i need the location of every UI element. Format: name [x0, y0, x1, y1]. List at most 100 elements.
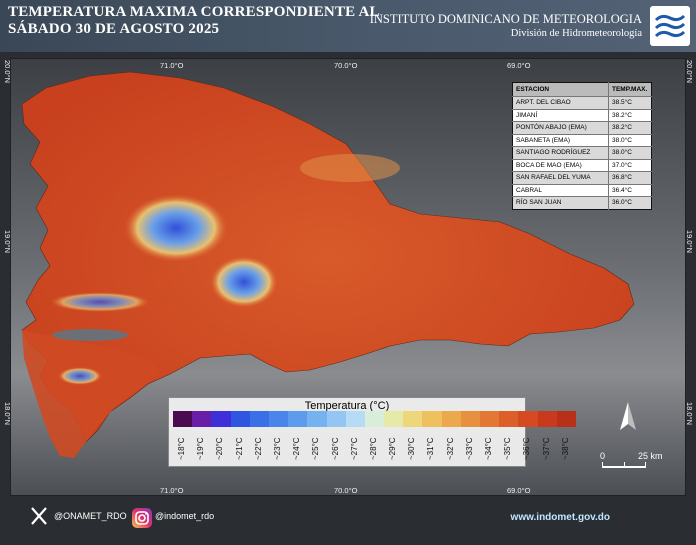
- station-temp: 37.0°C: [608, 158, 652, 172]
- legend-label: ~19°C: [196, 437, 206, 460]
- website-link[interactable]: www.indomet.gov.do: [511, 512, 610, 523]
- x-logo-icon[interactable]: [30, 506, 48, 526]
- legend-label-cell: ~35°C: [499, 429, 518, 465]
- scale-tick: [645, 462, 646, 468]
- table-row: ARPT. DEL CIBAO 38.5°C: [512, 96, 652, 109]
- legend-label-cell: ~30°C: [403, 429, 422, 465]
- table-row: SAN RAFAEL DEL YUMA 36.8°C: [512, 171, 652, 184]
- legend-label: ~18°C: [177, 437, 186, 460]
- station-temp: 36.8°C: [608, 171, 652, 184]
- legend-swatch: [537, 411, 557, 427]
- station-temp: 38.2°C: [608, 121, 652, 134]
- table-row: CABRAL 36.4°C: [512, 183, 652, 197]
- table-row: PONTÓN ABAJO (EMA) 38.2°C: [512, 121, 652, 134]
- header-bar: TEMPERATURA MAXIMA CORRESPONDIENTE AL SÁ…: [0, 0, 696, 52]
- legend-label: ~21°C: [234, 437, 244, 460]
- legend-label: ~36°C: [522, 437, 532, 460]
- stations-table: ESTACION TEMP.MAX. ARPT. DEL CIBAO 38.5°C…: [512, 82, 652, 210]
- legend-label-cell: ~26°C: [327, 429, 346, 465]
- legend-label: ~34°C: [484, 437, 493, 460]
- legend-label-cell: ~25°C: [307, 429, 326, 465]
- legend-swatch: [441, 411, 461, 427]
- legend-swatch: [422, 411, 442, 427]
- legend-label: ~23°C: [272, 437, 282, 460]
- station-temp: 38.0°C: [608, 146, 652, 159]
- station-name: SANTIAGO RODRÍGUEZ: [512, 146, 609, 159]
- temperature-legend: Temperatura (°C) ~18°C ~19°C ~20°C ~21°C ~22…: [168, 397, 576, 467]
- coord-top-69: 69.0°O: [507, 61, 531, 70]
- title-line-2: SÁBADO 30 DE AGOSTO 2025: [8, 21, 220, 37]
- legend-swatch: [345, 411, 365, 427]
- legend-label: ~37°C: [541, 437, 551, 460]
- legend-label-cell: ~37°C: [538, 429, 557, 465]
- legend-label-cell: ~38°C: [557, 429, 576, 465]
- station-temp: 36.0°C: [608, 196, 652, 209]
- valle-nuevo-cool-zone: [210, 256, 278, 308]
- station-name: BOCA DE MAO (EMA): [512, 158, 609, 172]
- legend-color-bar: [173, 411, 576, 427]
- legend-swatch: [173, 411, 193, 427]
- legend-swatch: [364, 411, 385, 427]
- legend-label-cell: ~29°C: [384, 429, 403, 465]
- station-name: PONTÓN ABAJO (EMA): [512, 121, 609, 134]
- table-row: SABANETA (EMA) 38.0°C: [512, 133, 652, 147]
- coord-left-18: 18.0°N: [3, 402, 12, 426]
- scale-tick: [602, 462, 603, 468]
- indomet-logo-icon: [650, 6, 690, 46]
- north-arrow-icon: [620, 402, 636, 430]
- institution-name: INSTITUTO DOMINICANO DE METEOROLOGIA: [369, 12, 642, 26]
- map-title: TEMPERATURA MAXIMA CORRESPONDIENTE AL SÁ…: [8, 4, 380, 38]
- legend-label: ~27°C: [349, 437, 359, 460]
- temp-column-header: TEMP.MAX.: [608, 82, 652, 97]
- table-row: SANTIAGO RODRÍGUEZ 38.0°C: [512, 146, 652, 159]
- legend-label-cell: ~33°C: [461, 429, 480, 465]
- legend-swatch: [249, 411, 269, 427]
- legend-label: ~20°C: [215, 437, 225, 460]
- coord-bottom-69: 69.0°O: [507, 486, 531, 495]
- legend-swatch: [460, 411, 480, 427]
- instagram-icon[interactable]: [132, 508, 152, 528]
- stations-header-row: ESTACION TEMP.MAX.: [512, 82, 652, 97]
- legend-swatch: [326, 411, 346, 427]
- legend-label: ~25°C: [311, 437, 321, 460]
- legend-label: ~35°C: [503, 437, 513, 460]
- legend-label-cell: ~18°C: [173, 429, 192, 465]
- legend-label: ~33°C: [464, 437, 474, 460]
- bahoruco-cool-zone: [58, 367, 102, 385]
- station-name: SABANETA (EMA): [512, 133, 609, 147]
- x-handle-link[interactable]: @ONAMET_RDO: [54, 511, 127, 521]
- legend-label-cell: ~19°C: [192, 429, 211, 465]
- sierra-neiba-cool-zone: [50, 292, 150, 312]
- legend-swatch: [230, 411, 250, 427]
- station-temp: 36.4°C: [608, 183, 652, 197]
- legend-label: ~22°C: [253, 437, 263, 460]
- legend-swatch: [192, 411, 212, 427]
- legend-label-cell: ~28°C: [365, 429, 384, 465]
- legend-swatch: [288, 411, 308, 427]
- legend-label: ~26°C: [330, 437, 340, 460]
- station-temp: 38.2°C: [608, 108, 652, 122]
- station-column-header: ESTACION: [512, 82, 609, 97]
- coord-bottom-71: 71.0°O: [160, 486, 184, 495]
- legend-label-cell: ~21°C: [231, 429, 250, 465]
- coord-top-70: 70.0°O: [334, 61, 358, 70]
- legend-swatch: [518, 411, 538, 427]
- scale-tick: [624, 462, 625, 468]
- scale-zero-label: 0: [600, 451, 606, 461]
- coord-left-20: 20.0°N: [3, 60, 12, 84]
- legend-label-cell: ~32°C: [442, 429, 461, 465]
- legend-label: ~31°C: [426, 437, 436, 460]
- legend-label: ~38°C: [560, 437, 570, 460]
- legend-label-cell: ~23°C: [269, 429, 288, 465]
- legend-label: ~28°C: [368, 437, 378, 460]
- legend-swatch: [499, 411, 519, 427]
- legend-swatch: [268, 411, 289, 427]
- instagram-handle-link[interactable]: @indomet_rdo: [155, 511, 214, 521]
- legend-label-cell: ~36°C: [518, 429, 537, 465]
- station-name: ARPT. DEL CIBAO: [512, 96, 609, 109]
- legend-label-cell: ~22°C: [250, 429, 269, 465]
- legend-swatch: [384, 411, 404, 427]
- legend-swatch: [307, 411, 327, 427]
- legend-label: ~24°C: [292, 437, 302, 460]
- legend-label-cell: ~34°C: [480, 429, 499, 465]
